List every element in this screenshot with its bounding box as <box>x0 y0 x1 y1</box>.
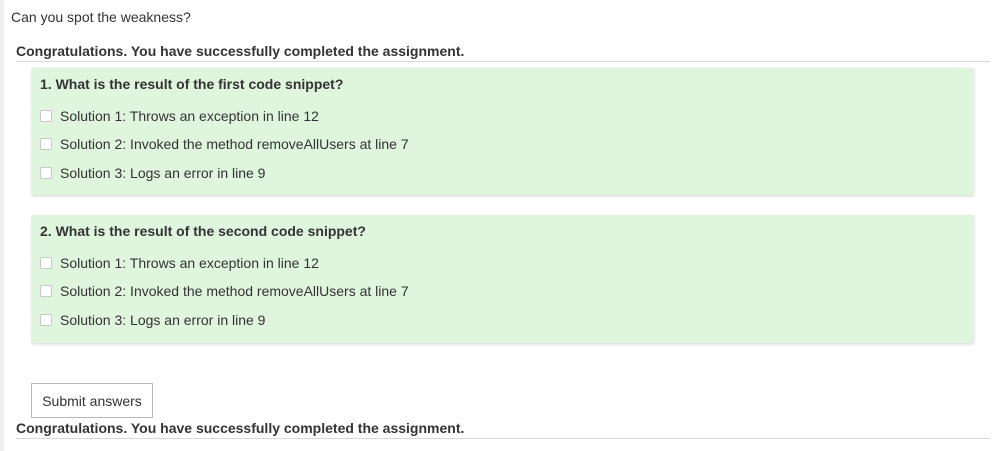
submit-answers-button[interactable]: Submit answers <box>31 383 153 418</box>
assignment-prompt: Can you spot the weakness? <box>11 9 191 25</box>
answer-label-1-3: Solution 3: Logs an error in line 9 <box>60 165 266 181</box>
answer-option-1-3[interactable]: Solution 3: Logs an error in line 9 <box>40 165 265 181</box>
answer-checkbox-1-1[interactable] <box>40 110 52 122</box>
answer-label-1-2: Solution 2: Invoked the method removeAll… <box>60 136 409 152</box>
left-rail <box>0 0 4 451</box>
question-title-1: 1. What is the result of the first code … <box>40 76 344 92</box>
answer-checkbox-1-3[interactable] <box>40 167 52 179</box>
answer-label-1-1: Solution 1: Throws an exception in line … <box>60 108 319 124</box>
question-card-1: 1. What is the result of the first code … <box>32 68 974 195</box>
answer-option-2-2[interactable]: Solution 2: Invoked the method removeAll… <box>40 283 409 299</box>
question-card-2: 2. What is the result of the second code… <box>32 215 974 343</box>
answer-checkbox-2-3[interactable] <box>40 314 52 326</box>
feedback-message-bottom: Congratulations. You have successfully c… <box>16 420 990 439</box>
answer-label-2-2: Solution 2: Invoked the method removeAll… <box>60 283 409 299</box>
answer-option-1-1[interactable]: Solution 1: Throws an exception in line … <box>40 108 319 124</box>
answer-label-2-1: Solution 1: Throws an exception in line … <box>60 255 319 271</box>
answer-option-2-1[interactable]: Solution 1: Throws an exception in line … <box>40 255 319 271</box>
feedback-message-top: Congratulations. You have successfully c… <box>16 43 990 62</box>
assignment-page: Can you spot the weakness? Congratulatio… <box>0 0 1000 451</box>
answer-checkbox-1-2[interactable] <box>40 138 52 150</box>
answer-label-2-3: Solution 3: Logs an error in line 9 <box>60 312 266 328</box>
answer-option-1-2[interactable]: Solution 2: Invoked the method removeAll… <box>40 136 409 152</box>
answer-checkbox-2-1[interactable] <box>40 257 52 269</box>
question-title-2: 2. What is the result of the second code… <box>40 223 366 239</box>
answer-checkbox-2-2[interactable] <box>40 285 52 297</box>
answer-option-2-3[interactable]: Solution 3: Logs an error in line 9 <box>40 312 265 328</box>
